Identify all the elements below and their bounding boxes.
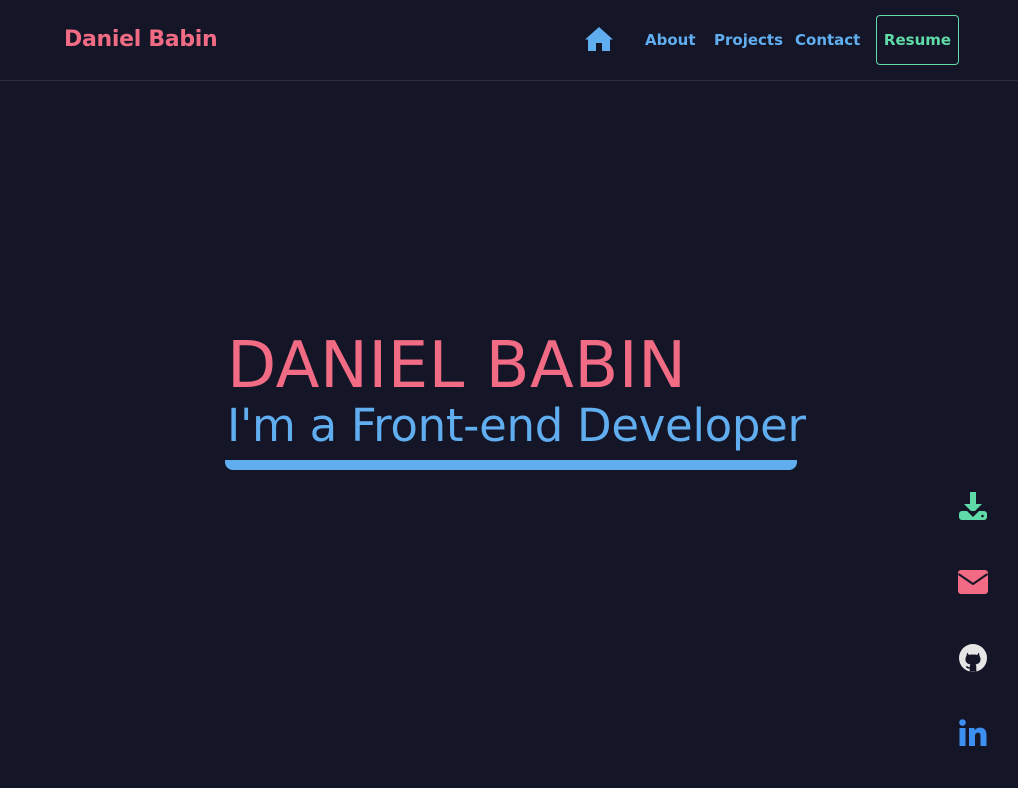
linkedin-icon (959, 719, 987, 746)
github-icon (959, 644, 987, 672)
hero-section: DANIEL BABIN I'm a Front-end Developer (225, 328, 806, 473)
nav-link-contact[interactable]: Contact (795, 31, 860, 49)
mail-icon (957, 570, 989, 594)
github-link[interactable] (955, 640, 991, 676)
linkedin-link[interactable] (955, 715, 991, 751)
home-link[interactable] (584, 25, 614, 53)
nav-link-about[interactable]: About (645, 31, 696, 49)
home-icon (585, 27, 613, 51)
nav-link-projects[interactable]: Projects (714, 31, 783, 49)
hero-role: I'm a Front-end Developer (227, 399, 806, 452)
download-icon (959, 492, 987, 520)
download-resume-link[interactable] (955, 488, 991, 524)
hero-name: DANIEL BABIN (227, 329, 687, 403)
email-link[interactable] (955, 564, 991, 600)
resume-button[interactable]: Resume (876, 15, 959, 65)
navbar: Daniel Babin About Projects Contact Resu… (0, 0, 1018, 81)
brand-logo-link[interactable]: Daniel Babin (64, 27, 218, 52)
hero-underline (225, 460, 797, 470)
